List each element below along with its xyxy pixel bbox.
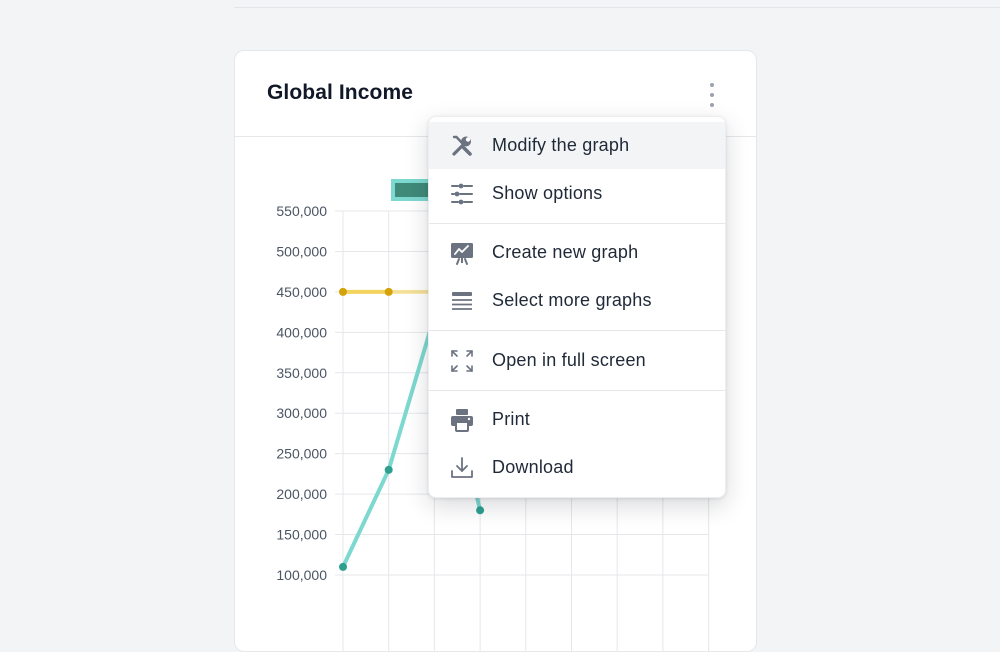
menu-item-modify-graph[interactable]: Modify the graph <box>429 122 725 169</box>
data-point <box>339 287 347 296</box>
menu-divider <box>429 330 725 331</box>
menu-item-label: Select more graphs <box>492 290 652 310</box>
wrench-screwdriver-icon <box>449 133 475 159</box>
menu-item-label: Modify the graph <box>492 135 630 155</box>
menu-item-create-graph[interactable]: Create new graph <box>429 229 725 276</box>
y-tick-label: 200,000 <box>276 486 327 502</box>
menu-item-label: Create new graph <box>492 242 639 262</box>
menu-item-full-screen[interactable]: Open in full screen <box>429 337 725 384</box>
presentation-chart-icon <box>449 240 475 266</box>
data-point <box>384 287 393 296</box>
menu-divider <box>429 390 725 391</box>
menu-divider <box>429 223 725 224</box>
y-tick-label: 550,000 <box>276 203 327 219</box>
y-tick-label: 300,000 <box>276 405 327 421</box>
menu-item-label: Show options <box>492 183 603 203</box>
download-icon <box>449 455 475 481</box>
y-tick-label: 100,000 <box>276 567 327 583</box>
menu-item-select-graphs[interactable]: Select more graphs <box>429 277 725 324</box>
graph-options-menu: Modify the graph Show options Create new… <box>428 116 726 498</box>
list-lines-icon <box>449 288 475 314</box>
menu-item-label: Open in full screen <box>492 350 646 370</box>
menu-item-print[interactable]: Print <box>429 396 725 443</box>
data-point <box>476 506 485 515</box>
top-divider <box>234 7 1000 8</box>
expand-icon <box>449 348 475 374</box>
menu-item-label: Print <box>492 409 531 429</box>
y-tick-label: 250,000 <box>276 446 327 462</box>
y-tick-label: 350,000 <box>276 365 327 381</box>
y-tick-label: 150,000 <box>276 527 327 543</box>
data-point <box>339 562 347 571</box>
sliders-icon <box>449 181 475 207</box>
menu-item-show-options[interactable]: Show options <box>429 170 725 217</box>
menu-item-label: Download <box>492 457 574 477</box>
menu-item-download[interactable]: Download <box>429 444 725 491</box>
y-tick-label: 400,000 <box>276 324 327 340</box>
printer-icon <box>449 407 475 433</box>
data-point <box>384 465 393 474</box>
y-tick-label: 500,000 <box>276 243 327 259</box>
y-tick-label: 450,000 <box>276 284 327 300</box>
